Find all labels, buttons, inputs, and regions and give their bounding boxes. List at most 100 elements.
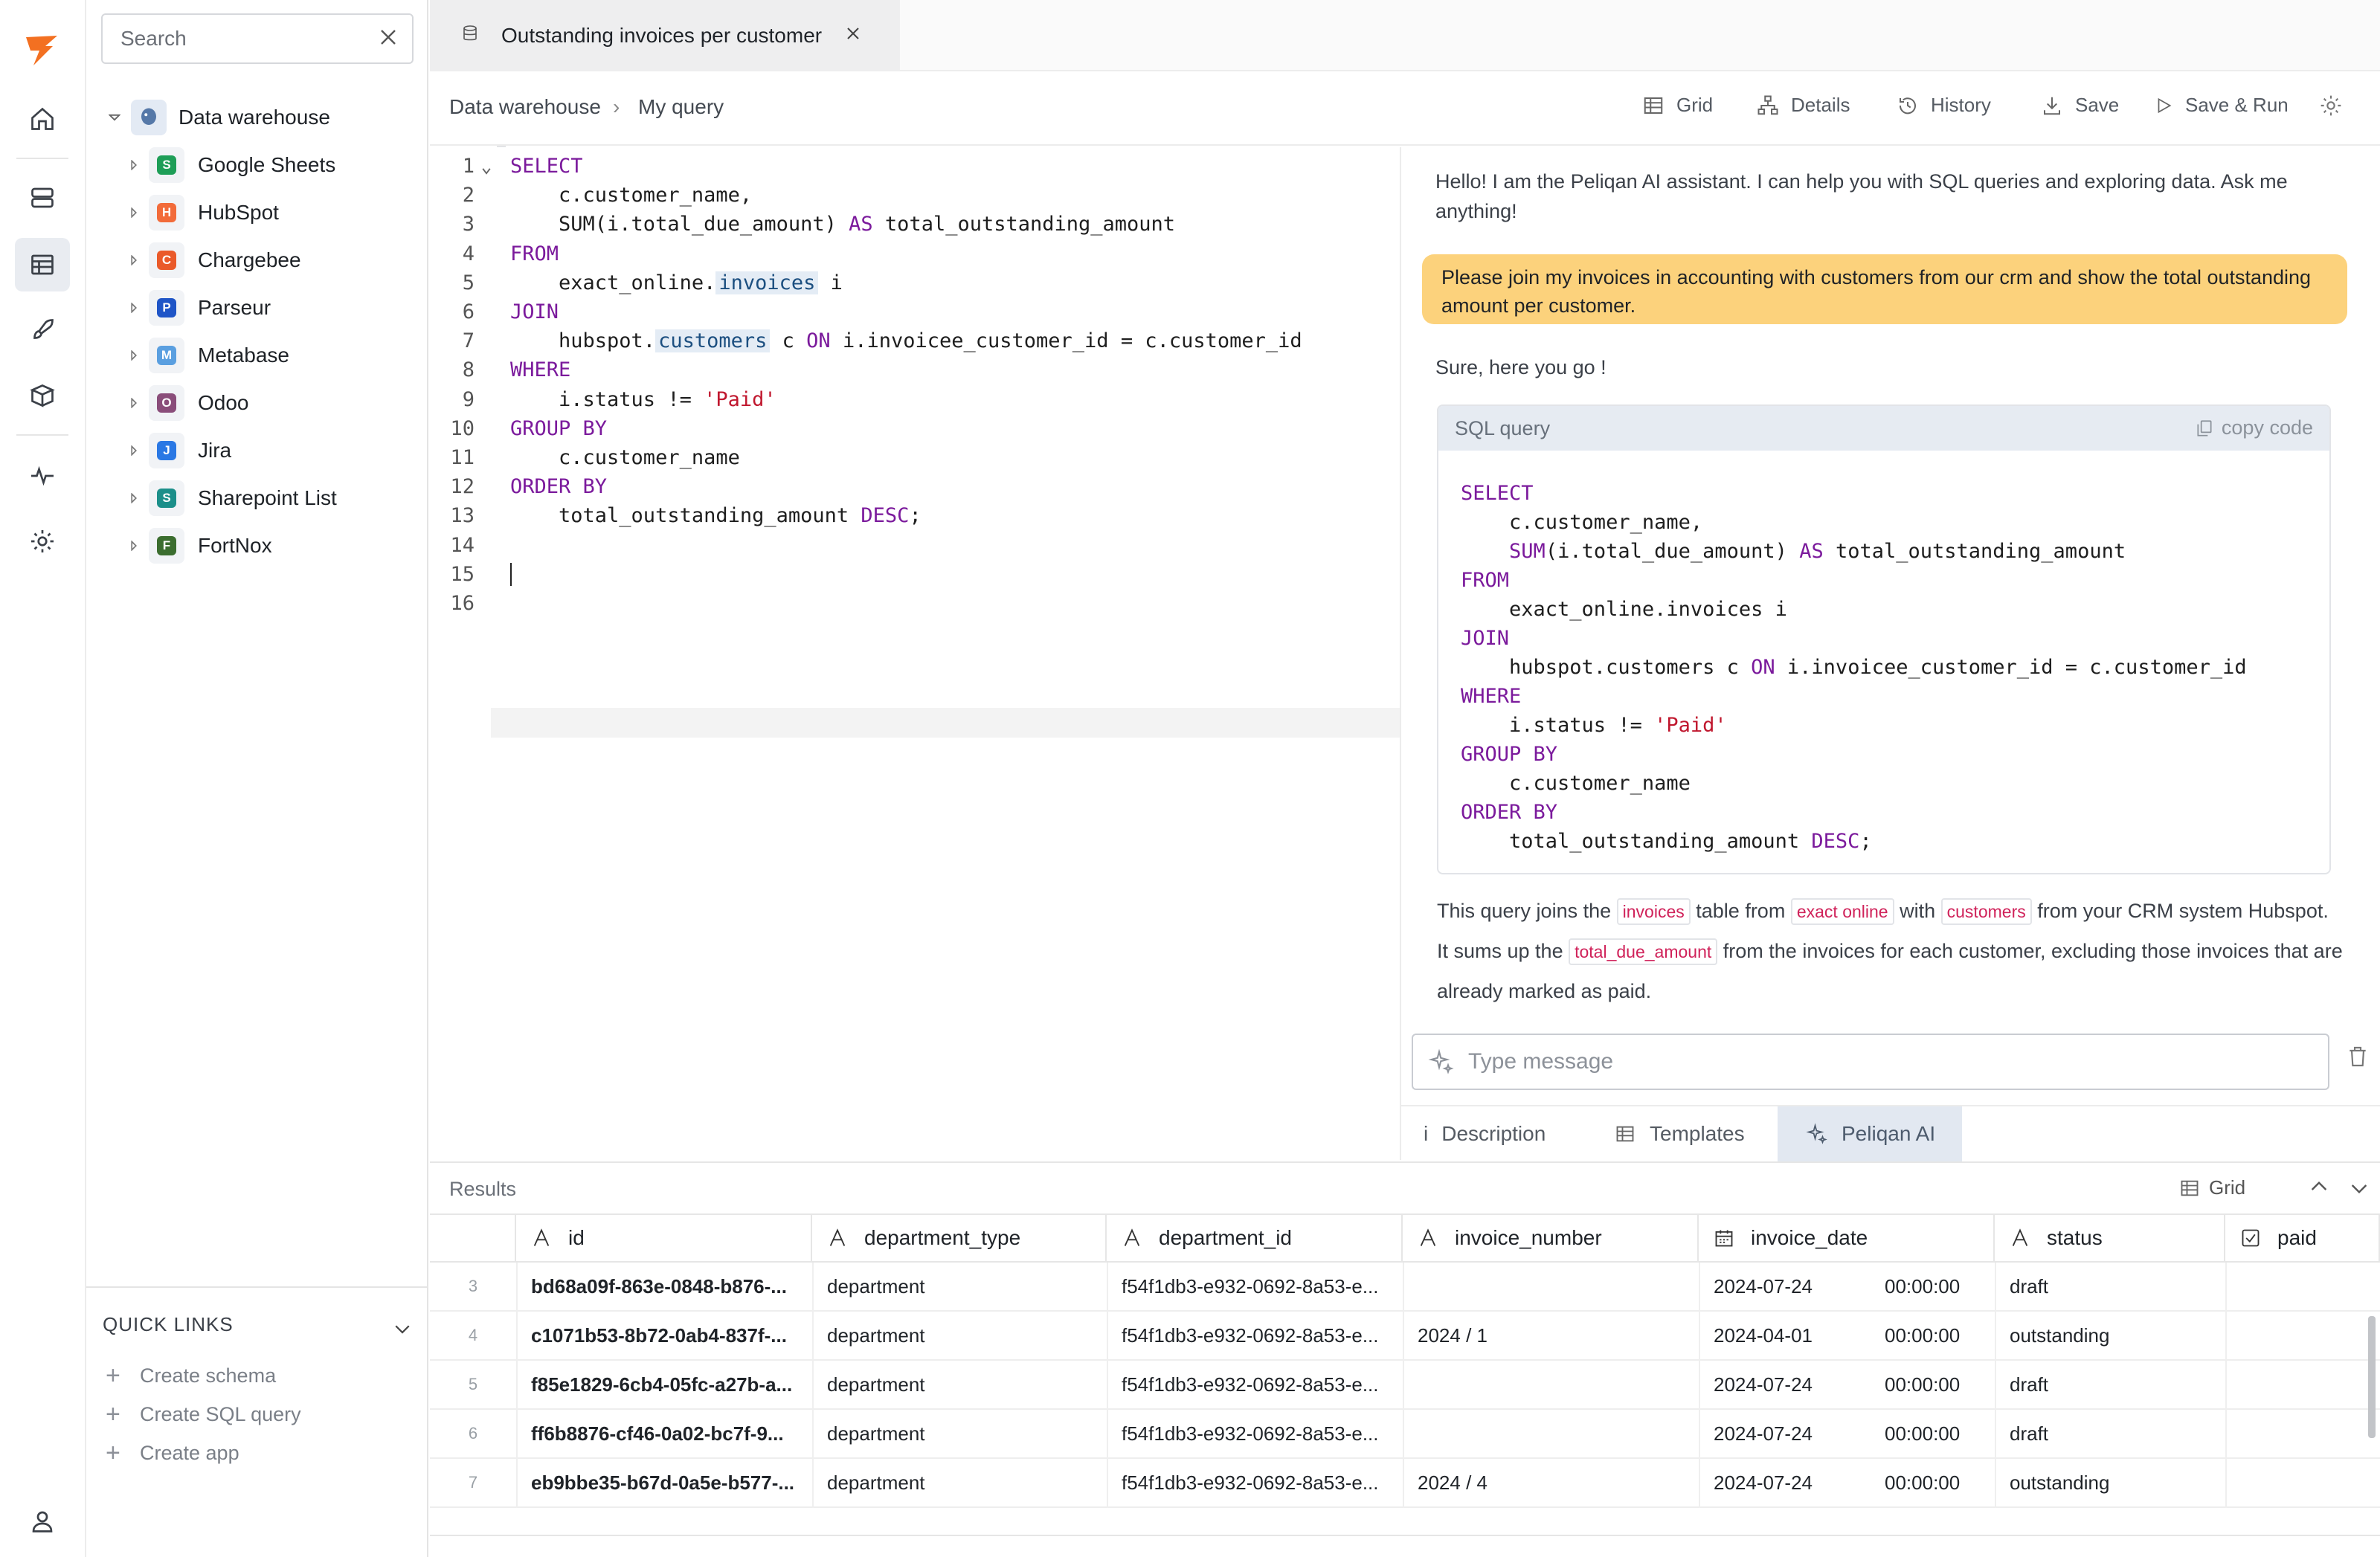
cell-id[interactable]: f85e1829-6cb4-05fc-a27b-a...	[516, 1361, 812, 1410]
cell-department-id[interactable]: f54f1db3-e932-0692-8a53-e...	[1107, 1263, 1403, 1312]
cell-status[interactable]: draft	[1995, 1410, 2225, 1459]
caret-right-icon[interactable]	[126, 443, 141, 458]
cell-department-id[interactable]: f54f1db3-e932-0692-8a53-e...	[1107, 1312, 1403, 1361]
cell-department-type[interactable]: department	[812, 1312, 1107, 1361]
grid-button[interactable]: Grid	[1642, 94, 1713, 117]
close-icon[interactable]	[375, 24, 402, 56]
cell-department-type[interactable]: department	[812, 1410, 1107, 1459]
fold-icon[interactable]	[480, 159, 492, 182]
column-header[interactable]: department_id	[1107, 1213, 1403, 1263]
cell-invoice-number[interactable]	[1403, 1263, 1699, 1312]
caret-right-icon[interactable]	[126, 205, 141, 220]
tree-item[interactable]: C Chargebee	[86, 236, 414, 284]
column-header[interactable]: paid	[2225, 1213, 2380, 1263]
create-schema-link[interactable]: + Create schema	[106, 1361, 276, 1390]
cell-paid[interactable]	[2225, 1410, 2380, 1459]
cell-id[interactable]: c1071b53-8b72-0ab4-837f-...	[516, 1312, 812, 1361]
column-header[interactable]: invoice_date	[1699, 1213, 1995, 1263]
box-icon[interactable]	[15, 369, 70, 422]
caret-right-icon[interactable]	[126, 396, 141, 410]
close-icon[interactable]	[843, 23, 863, 49]
settings-icon[interactable]	[2319, 94, 2355, 117]
row-number[interactable]: 6	[430, 1410, 516, 1459]
cell-id[interactable]: bd68a09f-863e-0848-b876-...	[516, 1263, 812, 1312]
cell-department-id[interactable]: f54f1db3-e932-0692-8a53-e...	[1107, 1361, 1403, 1410]
tree-item[interactable]: S Sharepoint List	[86, 474, 414, 522]
tree-item[interactable]: F FortNox	[86, 522, 414, 570]
activity-icon[interactable]	[15, 449, 70, 503]
table-icon[interactable]	[15, 238, 70, 291]
cell-invoice-date[interactable]: 2024-04-01	[1699, 1312, 1870, 1361]
save-run-button[interactable]: Save & Run	[2154, 94, 2289, 117]
history-button[interactable]: History	[1897, 94, 1991, 117]
copy-code-button[interactable]: copy code	[2195, 416, 2313, 439]
cell-paid[interactable]	[2225, 1361, 2380, 1410]
tree-item[interactable]: O Odoo	[86, 379, 414, 427]
tab-query[interactable]: Outstanding invoices per customer	[430, 0, 900, 71]
tree-root[interactable]: Data warehouse	[86, 94, 414, 141]
tree-item[interactable]: H HubSpot	[86, 189, 414, 236]
user-icon[interactable]	[15, 1495, 70, 1548]
cell-paid[interactable]	[2225, 1459, 2380, 1508]
results-grid-button[interactable]: Grid	[2179, 1176, 2245, 1199]
cell-invoice-time[interactable]: 00:00:00	[1870, 1410, 1995, 1459]
tab-templates[interactable]: Templates	[1614, 1106, 1792, 1161]
cell-department-type[interactable]: department	[812, 1263, 1107, 1312]
cell-status[interactable]: outstanding	[1995, 1312, 2225, 1361]
details-button[interactable]: Details	[1757, 94, 1850, 117]
cell-status[interactable]: draft	[1995, 1361, 2225, 1410]
tree-item[interactable]: S Google Sheets	[86, 141, 414, 189]
chevron-down-icon[interactable]	[2347, 1176, 2371, 1204]
row-number[interactable]: 7	[430, 1459, 516, 1508]
caret-right-icon[interactable]	[126, 348, 141, 363]
cell-invoice-time[interactable]: 00:00:00	[1870, 1312, 1995, 1361]
caret-right-icon[interactable]	[126, 158, 141, 173]
caret-right-icon[interactable]	[126, 538, 141, 553]
tree-item[interactable]: M Metabase	[86, 332, 414, 379]
results-scrollbar[interactable]	[2368, 1316, 2376, 1438]
rocket-icon[interactable]	[15, 303, 70, 357]
sql-editor[interactable]: 1 2 3 4 5 6 7 8 9 10 11 12 13 14 15 16 SELECT c.custome…	[430, 147, 1819, 1160]
caret-right-icon[interactable]	[126, 300, 141, 315]
tree-item[interactable]: J Jira	[86, 427, 414, 474]
cell-invoice-number[interactable]	[1403, 1410, 1699, 1459]
caret-down-icon[interactable]	[107, 110, 122, 125]
breadcrumb-root[interactable]: Data warehouse	[449, 95, 601, 119]
caret-right-icon[interactable]	[126, 491, 141, 506]
cell-invoice-time[interactable]: 00:00:00	[1870, 1263, 1995, 1312]
cell-paid[interactable]	[2225, 1263, 2380, 1312]
home-icon[interactable]	[15, 92, 70, 146]
column-header[interactable]: id	[516, 1213, 812, 1263]
cell-department-type[interactable]: department	[812, 1361, 1107, 1410]
cell-invoice-time[interactable]: 00:00:00	[1870, 1459, 1995, 1508]
cell-id[interactable]: eb9bbe35-b67d-0a5e-b577-...	[516, 1459, 812, 1508]
row-number[interactable]: 4	[430, 1312, 516, 1361]
cell-department-type[interactable]: department	[812, 1459, 1107, 1508]
cell-invoice-date[interactable]: 2024-07-24	[1699, 1459, 1870, 1508]
cell-invoice-date[interactable]: 2024-07-24	[1699, 1263, 1870, 1312]
cell-status[interactable]: outstanding	[1995, 1459, 2225, 1508]
cell-invoice-number[interactable]: 2024 / 1	[1403, 1312, 1699, 1361]
row-number[interactable]: 5	[430, 1361, 516, 1410]
logo-icon[interactable]	[15, 24, 70, 77]
message-input[interactable]: Type message	[1412, 1034, 2329, 1090]
create-app-link[interactable]: + Create app	[106, 1438, 239, 1468]
tab-peliqan-ai[interactable]: Peliqan AI	[1778, 1106, 1962, 1161]
cell-invoice-number[interactable]: 2024 / 4	[1403, 1459, 1699, 1508]
cell-paid[interactable]	[2225, 1312, 2380, 1361]
caret-right-icon[interactable]	[126, 253, 141, 268]
cell-department-id[interactable]: f54f1db3-e932-0692-8a53-e...	[1107, 1459, 1403, 1508]
trash-icon[interactable]	[2346, 1044, 2370, 1073]
cell-invoice-date[interactable]: 2024-07-24	[1699, 1410, 1870, 1459]
search-input[interactable]: Search	[101, 13, 414, 64]
cell-invoice-date[interactable]: 2024-07-24	[1699, 1361, 1870, 1410]
cell-invoice-time[interactable]: 00:00:00	[1870, 1361, 1995, 1410]
cell-department-id[interactable]: f54f1db3-e932-0692-8a53-e...	[1107, 1410, 1403, 1459]
tree-item[interactable]: P Parseur	[86, 284, 414, 332]
row-number[interactable]: 3	[430, 1263, 516, 1312]
column-header[interactable]: department_type	[812, 1213, 1107, 1263]
tab-description[interactable]: i Description	[1424, 1106, 1602, 1161]
chevron-down-icon[interactable]	[391, 1318, 414, 1344]
database-icon[interactable]	[15, 171, 70, 225]
save-button[interactable]: Save	[2041, 94, 2119, 117]
